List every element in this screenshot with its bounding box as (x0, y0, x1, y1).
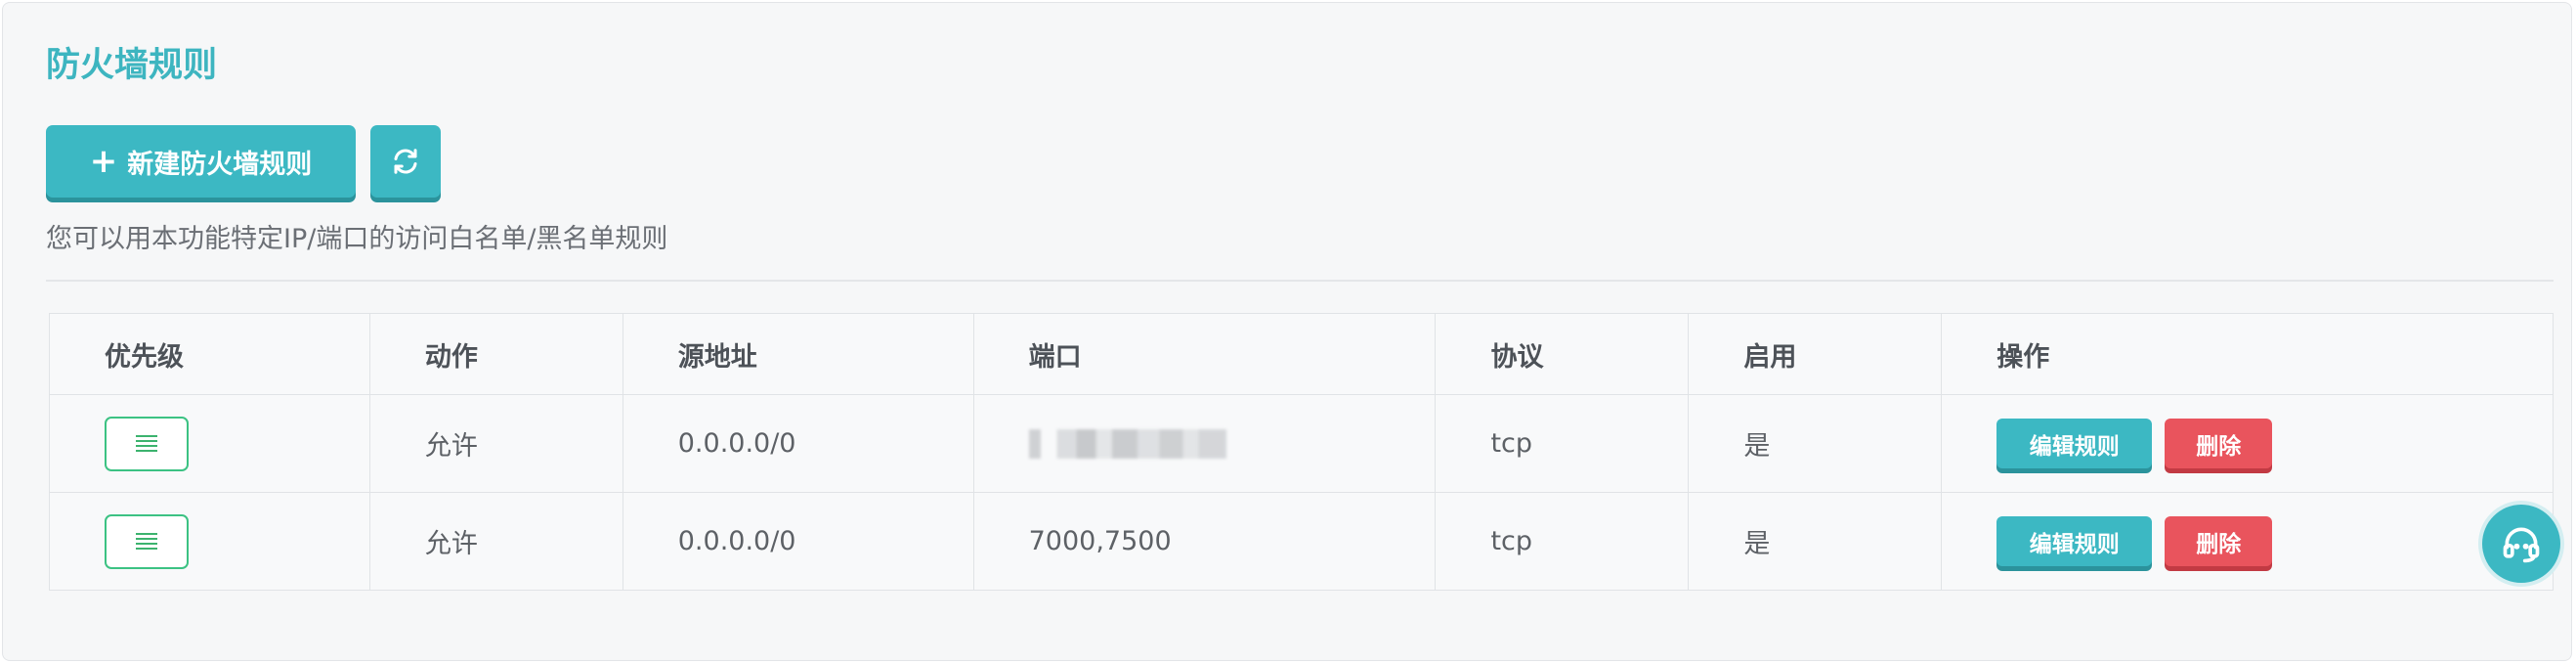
column-header-priority: 优先级 (49, 313, 370, 395)
priority-drag-handle[interactable] (105, 416, 189, 471)
rule-source: 0.0.0.0/0 (622, 492, 974, 591)
rule-protocol: tcp (1435, 492, 1690, 591)
divider (46, 280, 2554, 282)
headset-support-icon (2503, 527, 2540, 563)
rule-enabled: 是 (1688, 492, 1943, 591)
refresh-button[interactable] (370, 125, 441, 198)
column-header-enabled: 启用 (1688, 313, 1943, 395)
delete-rule-button[interactable]: 删除 (2165, 516, 2273, 566)
description-text: 您可以用本功能特定IP/端口的访问白名单/黑名单规则 (46, 224, 668, 254)
page-title: 防火墙规则 (46, 46, 218, 85)
new-firewall-rule-button[interactable]: + 新建防火墙规则 (46, 125, 356, 198)
table-row: 允许 0.0.0.0/0 7000,7500 tcp 是 编辑规则 删除 (49, 492, 2554, 591)
rule-protocol: tcp (1435, 394, 1690, 493)
rule-port-cell (972, 394, 1437, 493)
priority-drag-handle[interactable] (105, 513, 189, 569)
column-header-protocol: 协议 (1435, 313, 1690, 395)
column-header-port: 端口 (972, 313, 1437, 395)
column-header-action: 动作 (368, 313, 623, 395)
support-chat-button[interactable] (2482, 505, 2560, 583)
table-row: 允许 0.0.0.0/0 tcp 是 编辑规则 删除 (49, 394, 2554, 493)
table-header-row: 优先级 动作 源地址 端口 协议 启用 操作 (49, 313, 2554, 395)
rule-port: 7000,7500 (972, 492, 1437, 591)
column-header-source: 源地址 (622, 313, 974, 395)
firewall-rules-table: 优先级 动作 源地址 端口 协议 启用 操作 允许 0.0.0.0/0 tcp … (49, 313, 2554, 591)
rule-source: 0.0.0.0/0 (622, 394, 974, 493)
refresh-icon (394, 149, 417, 174)
rule-action: 允许 (368, 394, 623, 493)
delete-rule-button[interactable]: 删除 (2165, 419, 2273, 468)
column-header-operations: 操作 (1941, 313, 2554, 395)
rule-operations: 编辑规则 删除 (1941, 394, 2554, 493)
edit-rule-button[interactable]: 编辑规则 (1996, 419, 2153, 468)
rule-operations: 编辑规则 删除 (1941, 492, 2554, 591)
edit-rule-button[interactable]: 编辑规则 (1996, 516, 2153, 566)
drag-handle-icon (136, 530, 157, 552)
new-firewall-rule-label: 新建防火墙规则 (127, 149, 313, 180)
rule-enabled: 是 (1688, 394, 1943, 493)
drag-handle-icon (136, 432, 157, 455)
rule-port-redacted (1028, 429, 1226, 460)
rule-action: 允许 (368, 492, 623, 591)
plus-icon: + (89, 142, 118, 181)
